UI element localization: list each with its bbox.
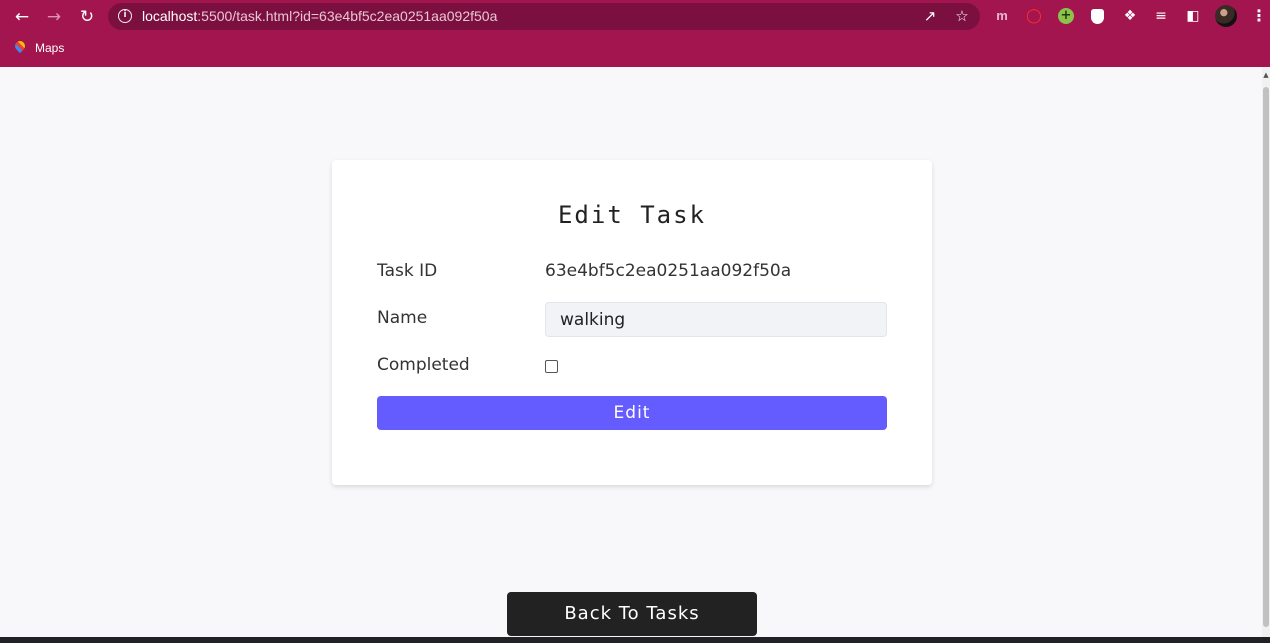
back-to-tasks-button[interactable]: Back To Tasks — [507, 592, 757, 636]
scroll-up-icon[interactable]: ▲ — [1262, 71, 1270, 79]
profile-avatar[interactable] — [1215, 5, 1237, 27]
bookmark-maps[interactable]: Maps — [14, 39, 64, 57]
back-arrow-icon[interactable]: ← — [10, 5, 34, 29]
url-host: localhost — [142, 8, 198, 24]
forward-arrow-icon[interactable]: → — [42, 5, 66, 29]
bookmark-label: Maps — [35, 41, 65, 55]
extension-shield-icon[interactable] — [1091, 9, 1104, 24]
taskbar — [0, 637, 1270, 643]
name-label: Name — [377, 308, 428, 328]
extension-plus-icon[interactable]: + — [1058, 8, 1074, 24]
more-vertical-icon[interactable]: ⋮ — [1251, 5, 1267, 27]
info-icon[interactable]: i — [118, 9, 132, 23]
side-panel-icon[interactable]: ◧ — [1183, 6, 1203, 26]
extension-opera-icon[interactable]: ◯ — [1024, 6, 1044, 26]
reading-list-icon[interactable]: ≡ — [1151, 6, 1171, 26]
reload-icon[interactable]: ↻ — [75, 5, 99, 29]
share-icon[interactable]: ↗ — [920, 6, 940, 26]
completed-checkbox[interactable] — [545, 360, 558, 373]
scrollbar[interactable]: ▲ — [1262, 67, 1270, 637]
extension-m-icon[interactable]: m — [992, 6, 1012, 26]
browser-chrome: ← → ↻ i localhost:5500/task.html?id=63e4… — [0, 0, 1270, 67]
name-input[interactable] — [545, 302, 887, 337]
url-path: :5500/task.html?id=63e4bf5c2ea0251aa092f… — [197, 8, 498, 24]
address-bar[interactable]: i localhost:5500/task.html?id=63e4bf5c2e… — [108, 3, 980, 30]
scroll-thumb[interactable] — [1263, 87, 1269, 627]
maps-pin-icon — [14, 41, 26, 55]
edit-button[interactable]: Edit — [377, 396, 887, 430]
completed-label: Completed — [377, 355, 470, 375]
puzzle-icon[interactable]: ❖ — [1120, 6, 1140, 26]
card-title: Edit Task — [557, 201, 707, 229]
task-id-value: 63e4bf5c2ea0251aa092f50a — [545, 261, 792, 281]
star-icon[interactable]: ☆ — [952, 6, 972, 26]
task-id-label: Task ID — [377, 261, 438, 281]
edit-task-card: Edit Task Task ID 63e4bf5c2ea0251aa092f5… — [332, 160, 932, 485]
url-text[interactable]: localhost:5500/task.html?id=63e4bf5c2ea0… — [142, 8, 497, 24]
